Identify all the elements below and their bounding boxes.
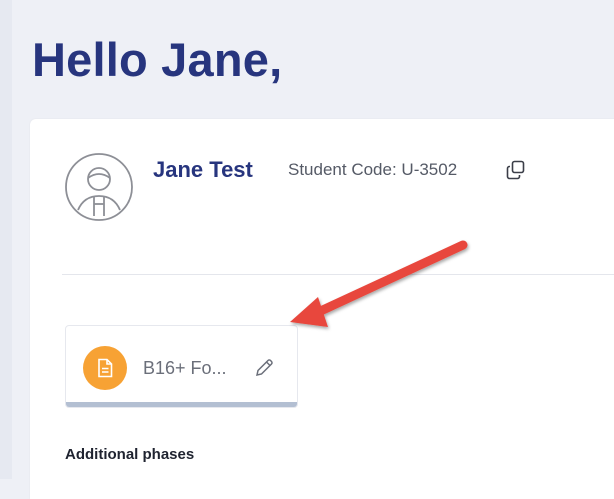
section-divider [62,274,614,275]
additional-phases-heading: Additional phases [65,446,195,463]
phase-card[interactable]: B16+ Fo... [65,325,298,408]
user-avatar-icon [64,152,134,222]
student-name: Jane Test [153,157,253,182]
document-icon [83,346,127,390]
student-code: Student Code: U-3502 [288,160,458,179]
page-greeting: Hello Jane, [32,33,283,86]
phase-title: B16+ Fo... [143,358,227,378]
copy-icon[interactable] [505,159,527,181]
pencil-icon[interactable] [253,357,275,379]
student-profile-card: Jane Test Student Code: U-3502 B16+ Fo..… [30,119,614,499]
phase-card-progress-bar [66,402,297,407]
left-edge-strip [0,0,12,479]
